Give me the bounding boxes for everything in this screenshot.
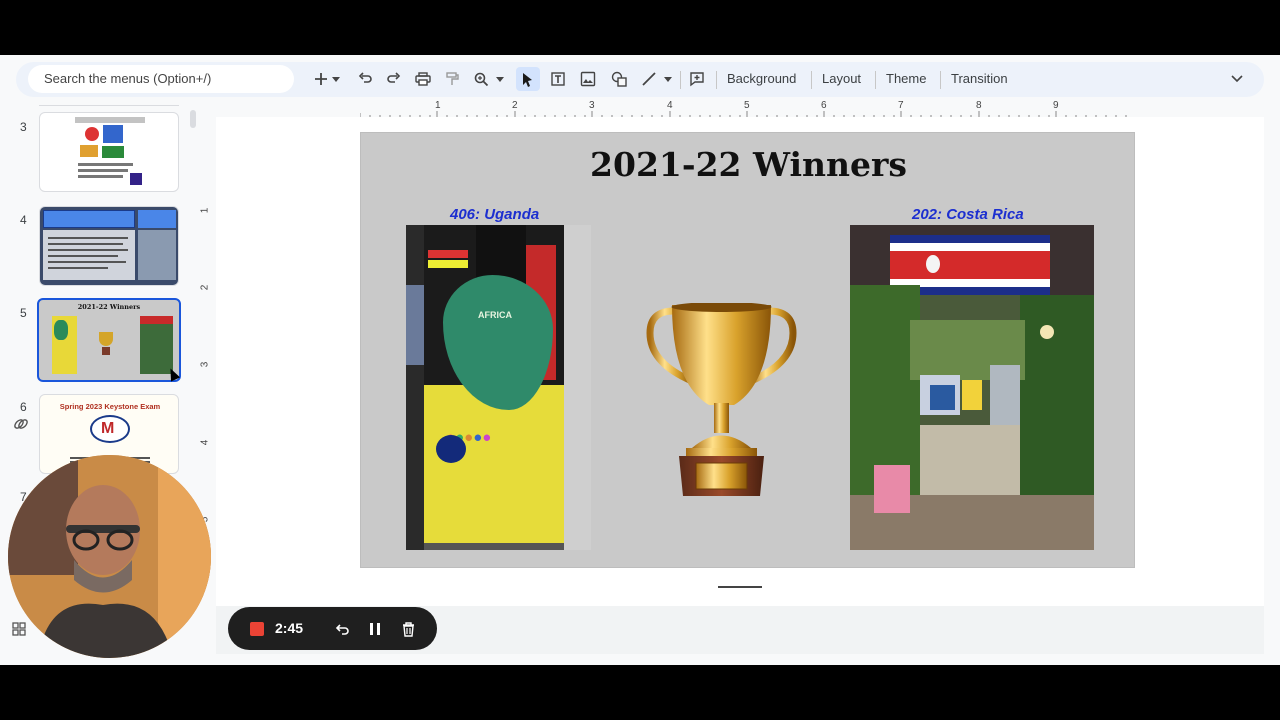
pause-icon[interactable] [364,618,386,640]
chevron-down-icon[interactable] [329,67,343,91]
uganda-door-photo[interactable]: AFRICA ●●●●● [406,225,591,550]
ruler-label: 3 [199,361,211,368]
costa-rica-door-photo[interactable] [850,225,1094,550]
background-button[interactable]: Background [727,71,796,86]
ruler-label: 5 [744,100,750,111]
zoom-icon[interactable] [469,67,493,91]
right-caption[interactable]: 202: Costa Rica [912,206,1024,223]
layout-button[interactable]: Layout [822,71,861,86]
left-caption[interactable]: 406: Uganda [450,206,539,223]
ruler-label: 4 [667,100,673,111]
theme-button[interactable]: Theme [886,71,926,86]
toolbar-divider [811,71,812,89]
vertical-ruler: 1 2 3 4 5 [199,132,214,572]
slide-number: 3 [20,120,27,134]
toolbar-divider [940,71,941,89]
chevron-down-icon[interactable] [493,67,507,91]
slide-number: 5 [20,306,27,320]
comment-icon[interactable] [685,67,709,91]
horizontal-ruler: 1 2 3 4 5 6 7 8 9 [359,100,1135,117]
slide-number: 6 [20,400,27,414]
ruler-label: 2 [512,100,518,111]
slide-number: 4 [20,213,27,227]
speaker-notes-handle[interactable] [718,586,762,588]
toolbar-divider [680,71,681,89]
undo-recording-icon[interactable] [331,618,353,640]
webcam-bubble[interactable] [8,455,211,658]
paint-format-icon[interactable] [440,67,464,91]
ruler-label: 8 [976,100,982,111]
door-africa-label: AFRICA [478,310,512,320]
toolbar: Search the menus (Option+/) Background L… [16,62,1264,97]
recording-timer: 2:45 [275,620,304,636]
shape-icon[interactable] [607,67,631,91]
slide-thumbnail-3[interactable] [39,112,179,192]
search-menus-input[interactable]: Search the menus (Option+/) [28,65,294,93]
thumbnail-title: Spring 2023 Keystone Exam [59,402,161,411]
ruler-label: 7 [898,100,904,111]
thumbnail-title: 2021-22 Winners [77,303,141,311]
ruler-label: 3 [589,100,595,111]
link-icon[interactable] [12,415,32,435]
print-icon[interactable] [411,67,435,91]
grid-view-icon[interactable] [12,622,32,642]
undo-icon[interactable] [353,67,377,91]
slide-thumbnail-5[interactable]: 2021-22 Winners [37,298,181,382]
slide-title[interactable]: 2021-22 Winners [361,145,1136,184]
ruler-label: 1 [435,100,441,111]
line-icon[interactable] [637,67,661,91]
toolbar-divider [875,71,876,89]
chevron-down-icon[interactable] [1225,67,1249,91]
redo-icon[interactable] [382,67,406,91]
ruler-label: 1 [199,207,211,214]
transition-button[interactable]: Transition [951,71,1008,86]
ruler-label: 2 [199,284,211,291]
chevron-down-icon[interactable] [661,67,675,91]
recording-controls: 2:45 [228,607,437,650]
slide-thumbnail-4[interactable] [39,206,179,286]
cursor-icon[interactable] [516,67,540,91]
filmstrip-scrollbar[interactable] [190,110,196,128]
ruler-label: 9 [1053,100,1059,111]
stop-recording-button[interactable] [250,622,264,636]
current-slide[interactable]: 2021-22 Winners 406: Uganda 202: Costa R… [360,132,1135,568]
textbox-icon[interactable] [546,67,570,91]
toolbar-divider [716,71,717,89]
trophy-image [644,303,799,503]
image-icon[interactable] [576,67,600,91]
ruler-label: 6 [821,100,827,111]
trash-icon[interactable] [397,618,419,640]
ruler-label: 4 [199,439,211,446]
